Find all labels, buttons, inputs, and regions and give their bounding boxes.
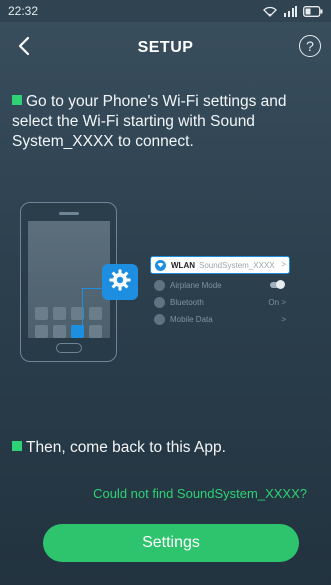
back-button[interactable] xyxy=(12,36,36,60)
help-button[interactable]: ? xyxy=(299,35,321,57)
status-icons xyxy=(263,5,323,17)
wlan-label: WLAN xyxy=(171,260,195,270)
instruction-step-2-text: Then, come back to this App. xyxy=(26,439,226,456)
toggle-icon xyxy=(270,280,285,289)
instruction-step-1: Go to your Phone's Wi-Fi settings and se… xyxy=(12,92,320,152)
header: SETUP ? xyxy=(0,26,331,70)
bluetooth-status: On > xyxy=(268,297,286,307)
chevron-right-icon: > xyxy=(281,314,286,324)
app-icon xyxy=(53,325,66,338)
chevron-right-icon: > xyxy=(281,260,286,269)
bullet-icon xyxy=(12,441,22,451)
chevron-left-icon xyxy=(17,36,31,61)
status-time: 22:32 xyxy=(8,4,39,18)
instruction-step-1-text: Go to your Phone's Wi-Fi settings and se… xyxy=(12,93,287,150)
app-icon xyxy=(35,325,48,338)
wifi-icon xyxy=(263,6,277,17)
phone-speaker xyxy=(59,212,79,215)
settings-button[interactable]: Settings xyxy=(43,524,299,562)
app-icon xyxy=(35,307,48,320)
page-title: SETUP xyxy=(137,39,194,56)
airplane-mode-row: Airplane Mode xyxy=(150,277,290,293)
settings-gear-tile xyxy=(102,264,138,300)
bullet-icon xyxy=(12,95,22,105)
app-icon xyxy=(53,307,66,320)
signal-icon xyxy=(283,5,297,17)
mobile-data-row: Mobile Data > xyxy=(150,311,290,327)
wlan-row: WLAN SoundSystem_XXXX > xyxy=(150,256,290,274)
wifi-icon xyxy=(155,259,166,271)
status-bar: 22:32 xyxy=(0,0,331,22)
battery-icon xyxy=(303,5,323,17)
wlan-ssid: SoundSystem_XXXX xyxy=(199,260,275,270)
wifi-setup-illustration: WLAN SoundSystem_XXXX > Airplane Mode Bl… xyxy=(20,200,320,370)
mobile-data-label: Mobile Data xyxy=(170,314,213,324)
instruction-step-2: Then, come back to this App. xyxy=(12,438,320,458)
mobile-data-icon xyxy=(154,313,165,325)
question-icon: ? xyxy=(306,38,314,54)
airplane-icon xyxy=(154,279,165,291)
could-not-find-link[interactable]: Could not find SoundSystem_XXXX? xyxy=(93,486,307,501)
bluetooth-row: Bluetooth On > xyxy=(150,294,290,310)
phone-home-button xyxy=(56,343,82,353)
bluetooth-icon xyxy=(154,296,165,308)
gear-icon xyxy=(108,268,132,297)
airplane-mode-label: Airplane Mode xyxy=(170,280,222,290)
bluetooth-label: Bluetooth xyxy=(170,297,204,307)
